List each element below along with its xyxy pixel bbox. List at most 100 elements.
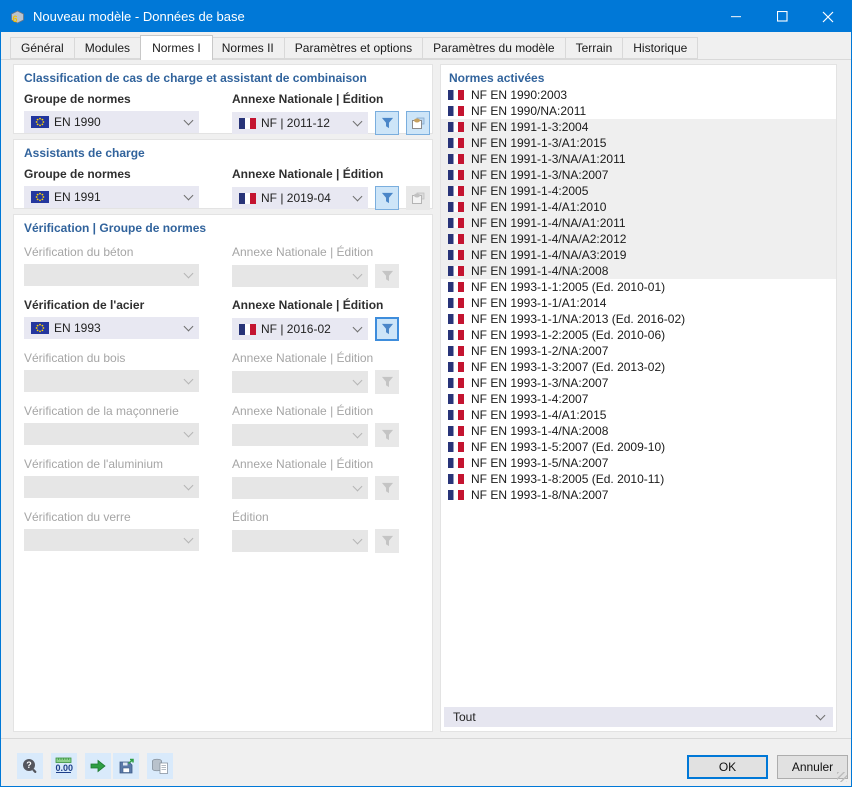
standard-group-select[interactable] <box>24 476 199 498</box>
norm-list-item[interactable]: NF EN 1991-1-4/A1:2010 <box>441 199 836 215</box>
filter-button[interactable] <box>375 370 399 394</box>
verification-type-label: Vérification de l'acier <box>24 298 145 312</box>
comment-button[interactable] <box>85 753 111 779</box>
norm-list-item[interactable]: NF EN 1991-1-4:2005 <box>441 183 836 199</box>
national-annex-select[interactable] <box>232 530 368 552</box>
norm-list-item[interactable]: NF EN 1993-1-1/A1:2014 <box>441 295 836 311</box>
close-button[interactable] <box>805 1 851 32</box>
chevron-down-icon <box>352 116 363 127</box>
norm-list-item[interactable]: NF EN 1990:2003 <box>441 87 836 103</box>
national-annex-select[interactable]: NF | 2019-04 <box>232 187 368 209</box>
annex-settings-button[interactable] <box>406 111 430 135</box>
norm-list-item[interactable]: NF EN 1991-1-4/NA:2008 <box>441 263 836 279</box>
filter-button[interactable] <box>375 423 399 447</box>
maximize-button[interactable] <box>759 1 805 32</box>
norm-list-item[interactable]: NF EN 1993-1-3/NA:2007 <box>441 375 836 391</box>
standard-group-select[interactable]: EN 1991 <box>24 186 199 208</box>
national-annex-select[interactable] <box>232 265 368 287</box>
standards-filter-select[interactable]: Tout <box>444 707 833 727</box>
national-annex-select[interactable] <box>232 424 368 446</box>
tab-terrain[interactable]: Terrain <box>565 37 624 59</box>
ok-button[interactable]: OK <box>687 755 768 779</box>
help-button[interactable]: ? <box>17 753 43 779</box>
norm-list-item[interactable]: NF EN 1993-1-2:2005 (Ed. 2010-06) <box>441 327 836 343</box>
tab-parametres-et-options[interactable]: Paramètres et options <box>284 37 424 59</box>
filter-button[interactable] <box>375 111 399 135</box>
tab-modules[interactable]: Modules <box>74 37 142 59</box>
standard-group-select[interactable]: EN 1993 <box>24 317 199 339</box>
help-icon: ? <box>23 759 37 773</box>
tab-general[interactable]: Général <box>10 37 75 59</box>
norm-list-item[interactable]: NF EN 1991-1-3/NA/A1:2011 <box>441 151 836 167</box>
units-decimals-button[interactable]: 0.00 <box>51 753 77 779</box>
national-annex-select[interactable] <box>232 371 368 393</box>
national-annex-select[interactable] <box>232 477 368 499</box>
annex-settings-button[interactable] <box>406 186 430 210</box>
norm-list-item[interactable]: NF EN 1993-1-5:2007 (Ed. 2009-10) <box>441 439 836 455</box>
norm-label: NF EN 1991-1-3/NA/A1:2011 <box>471 152 626 166</box>
norm-list-item[interactable]: NF EN 1991-1-3/NA:2007 <box>441 167 836 183</box>
norm-list-item[interactable]: NF EN 1993-1-2/NA:2007 <box>441 343 836 359</box>
dialog-new-model-base-data: 6 Nouveau modèle - Données de base Génér… <box>0 0 852 787</box>
france-flag-icon <box>448 410 464 420</box>
tab-historique[interactable]: Historique <box>623 37 699 59</box>
norm-list-item[interactable]: NF EN 1993-1-8/NA:2007 <box>441 487 836 503</box>
norm-label: NF EN 1993-1-8:2005 (Ed. 2010-11) <box>471 472 665 486</box>
filter-button[interactable] <box>375 529 399 553</box>
norm-list-item[interactable]: NF EN 1993-1-4:2007 <box>441 391 836 407</box>
resize-grip[interactable] <box>837 772 847 782</box>
norm-list-item[interactable]: NF EN 1993-1-4/A1:2015 <box>441 407 836 423</box>
norm-list-item[interactable]: NF EN 1991-1-4/NA/A2:2012 <box>441 231 836 247</box>
norm-list-item[interactable]: NF EN 1991-1-3/A1:2015 <box>441 135 836 151</box>
chevron-down-icon <box>352 481 363 492</box>
verification-row: Vérification du verre Édition <box>24 510 422 553</box>
copy-model-button[interactable] <box>147 753 173 779</box>
maximize-icon <box>776 11 788 22</box>
france-flag-icon <box>448 490 464 500</box>
norm-list-item[interactable]: NF EN 1993-1-1/NA:2013 (Ed. 2016-02) <box>441 311 836 327</box>
tab-parametres-du-modele[interactable]: Paramètres du modèle <box>423 37 566 59</box>
norm-list-item[interactable]: NF EN 1993-1-3:2007 (Ed. 2013-02) <box>441 359 836 375</box>
tab-normes-i[interactable]: Normes I <box>140 35 213 60</box>
filter-button[interactable] <box>375 476 399 500</box>
filter-button[interactable] <box>375 264 399 288</box>
norm-list-item[interactable]: NF EN 1993-1-5/NA:2007 <box>441 455 836 471</box>
chevron-down-icon <box>183 268 194 279</box>
chevron-down-icon <box>352 375 363 386</box>
filter-button[interactable] <box>375 317 399 341</box>
norm-list-item[interactable]: NF EN 1991-1-4/NA/A1:2011 <box>441 215 836 231</box>
save-template-button[interactable] <box>113 753 139 779</box>
filter-button[interactable] <box>375 186 399 210</box>
france-flag-icon <box>239 323 256 335</box>
standard-group-select[interactable] <box>24 264 199 286</box>
national-annex-select[interactable]: NF | 2011-12 <box>232 112 368 134</box>
standards-filter-value: Tout <box>453 710 476 724</box>
title-bar[interactable]: 6 Nouveau modèle - Données de base <box>1 1 851 32</box>
standard-group-select[interactable] <box>24 370 199 392</box>
france-flag-icon <box>448 154 464 164</box>
tab-normes-ii[interactable]: Normes II <box>211 37 285 59</box>
copy-model-icon <box>152 758 168 774</box>
verification-row: Vérification du bois Annexe Nationale | … <box>24 351 422 394</box>
norm-list-item[interactable]: NF EN 1991-1-4/NA/A3:2019 <box>441 247 836 263</box>
standard-group-select[interactable] <box>24 423 199 445</box>
svg-text:?: ? <box>26 760 32 770</box>
norm-list-item[interactable]: NF EN 1991-1-3:2004 <box>441 119 836 135</box>
norm-list-item[interactable]: NF EN 1990/NA:2011 <box>441 103 836 119</box>
norm-list-item[interactable]: NF EN 1993-1-8:2005 (Ed. 2010-11) <box>441 471 836 487</box>
chevron-down-icon <box>352 191 363 202</box>
minimize-button[interactable] <box>713 1 759 32</box>
verification-row: Vérification de l'aluminium Annexe Natio… <box>24 457 422 500</box>
norm-list-item[interactable]: NF EN 1993-1-1:2005 (Ed. 2010-01) <box>441 279 836 295</box>
national-annex-select[interactable]: NF | 2016-02 <box>232 318 368 340</box>
norm-list-item[interactable]: NF EN 1993-1-4/NA:2008 <box>441 423 836 439</box>
app-icon: 6 <box>11 10 24 24</box>
france-flag-icon <box>448 346 464 356</box>
standard-group-select[interactable] <box>24 529 199 551</box>
verification-type-label: Vérification du bois <box>24 351 126 365</box>
standard-group-value: EN 1991 <box>54 190 101 204</box>
norm-label: NF EN 1993-1-4:2007 <box>471 392 589 406</box>
standard-group-select[interactable]: EN 1990 <box>24 111 199 133</box>
france-flag-icon <box>448 394 464 404</box>
france-flag-icon <box>448 138 464 148</box>
